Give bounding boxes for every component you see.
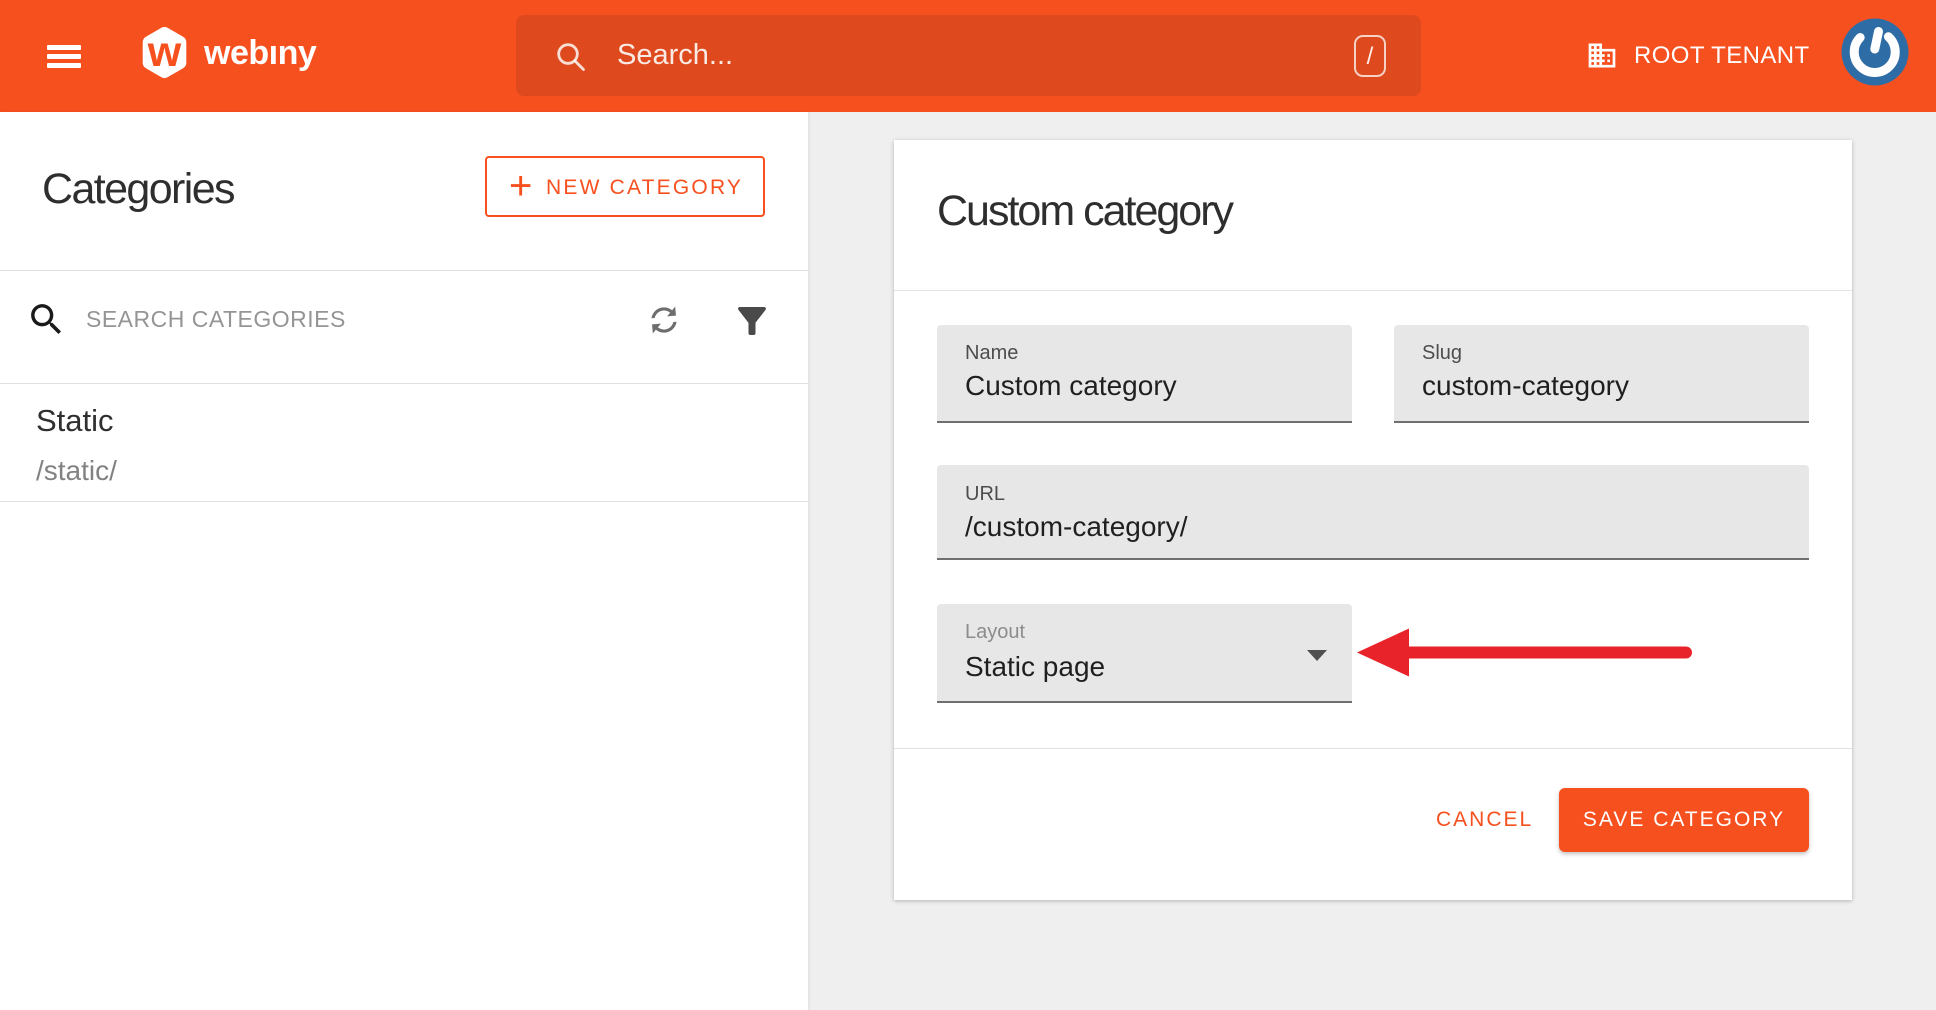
svg-text:w: w xyxy=(147,28,182,76)
